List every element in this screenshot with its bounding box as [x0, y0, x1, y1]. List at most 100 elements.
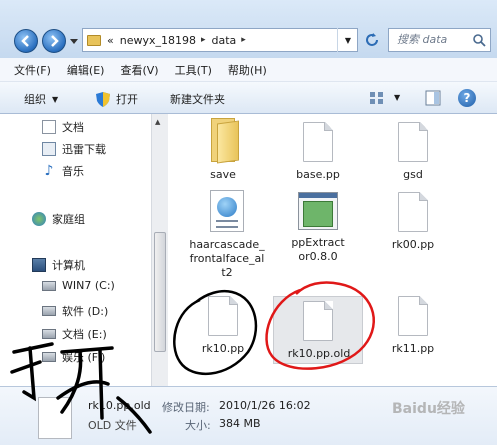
file-list: save base.pp gsd haarcascade_frontalface… — [168, 114, 497, 386]
document-icon — [398, 192, 428, 232]
file-item-haarcascade[interactable]: haarcascade_frontalface_alt2 — [188, 190, 266, 280]
address-box[interactable]: « newyx_18198 ▸ data ▸ — [82, 28, 358, 52]
command-bar: 组织 ▼ 打开 新建文件夹 ▼ ? — [0, 82, 497, 114]
chevron-down-icon: ▼ — [344, 35, 352, 45]
address-dropdown-button[interactable]: ▼ — [337, 28, 358, 52]
details-file-type: OLD 文件 — [88, 419, 137, 432]
navigation-pane: 文档 迅雷下载 ♪ 音乐 家庭组 计算机 WIN7 (C:) 软件 (D:) 文… — [0, 114, 152, 386]
folder-icon — [205, 118, 241, 164]
nav-scrollbar[interactable]: ▲ — [151, 114, 168, 386]
open-button[interactable]: 打开 — [96, 91, 138, 107]
back-button[interactable] — [14, 29, 38, 53]
breadcrumb-newyx[interactable]: newyx_18198 — [120, 34, 196, 47]
nav-item-drive-e[interactable]: 文档 (E:) — [42, 326, 107, 342]
documents-icon — [42, 120, 56, 134]
history-dropdown-icon[interactable] — [70, 37, 78, 45]
forward-button[interactable] — [42, 29, 66, 53]
new-folder-button[interactable]: 新建文件夹 — [170, 91, 225, 107]
document-icon — [303, 301, 333, 341]
nav-item-documents[interactable]: 文档 — [42, 119, 84, 135]
file-name: haarcascade_frontalface_alt2 — [189, 238, 265, 279]
chevron-right-icon[interactable]: ▸ — [241, 35, 246, 45]
forward-arrow-icon — [51, 35, 59, 47]
view-options-icon[interactable] — [368, 89, 386, 107]
homegroup-icon — [32, 212, 46, 226]
menu-edit[interactable]: 编辑(E) — [67, 62, 105, 78]
details-size-label: 大小: — [185, 419, 211, 432]
organize-button[interactable]: 组织 ▼ — [24, 91, 58, 107]
document-icon — [398, 296, 428, 336]
file-item-gsd[interactable]: gsd — [368, 122, 458, 182]
nav-label: 迅雷下载 — [62, 143, 106, 156]
organize-label: 组织 — [24, 93, 46, 106]
file-name: rk11.pp — [391, 342, 435, 355]
nav-item-downloads[interactable]: 迅雷下载 — [42, 141, 106, 157]
document-icon — [303, 122, 333, 162]
file-name: save — [210, 168, 236, 181]
shield-icon — [96, 91, 110, 107]
computer-icon — [32, 258, 46, 272]
file-name: rk00.pp — [391, 238, 435, 251]
nav-label: 软件 (D:) — [62, 305, 109, 318]
nav-label: 计算机 — [52, 259, 85, 272]
new-folder-label: 新建文件夹 — [170, 93, 225, 106]
nav-label: 娱乐 (F:) — [62, 351, 106, 364]
file-name: rk10.pp.old — [287, 347, 351, 360]
nav-item-music[interactable]: ♪ 音乐 — [42, 163, 84, 179]
details-modified-value: 2010/1/26 16:02 — [219, 399, 311, 412]
nav-label: WIN7 (C:) — [62, 279, 115, 292]
search-icon — [473, 34, 486, 47]
preview-pane-icon[interactable] — [425, 89, 441, 107]
nav-item-drive-c[interactable]: WIN7 (C:) — [42, 279, 115, 292]
folder-icon — [87, 34, 101, 46]
chevron-right-icon[interactable]: ▸ — [201, 35, 206, 45]
document-icon — [208, 296, 238, 336]
nav-label: 家庭组 — [52, 213, 85, 226]
menu-view[interactable]: 查看(V) — [120, 62, 158, 78]
nav-label: 音乐 — [62, 165, 84, 178]
chevron-down-icon: ▼ — [52, 94, 59, 104]
menu-tools[interactable]: 工具(T) — [175, 62, 212, 78]
scroll-up-icon[interactable]: ▲ — [155, 118, 160, 126]
nav-label: 文档 (E:) — [62, 328, 107, 341]
nav-item-drive-d[interactable]: 软件 (D:) — [42, 303, 108, 319]
scrollbar-thumb[interactable] — [154, 232, 166, 352]
downloads-icon — [42, 142, 56, 156]
address-bar-area: « newyx_18198 ▸ data ▸ ▼ 搜索 data — [0, 0, 497, 58]
help-button[interactable]: ? — [458, 89, 476, 107]
menu-file[interactable]: 文件(F) — [14, 62, 51, 78]
back-arrow-icon — [21, 35, 29, 47]
file-item-ppextractor[interactable]: ppExtractor0.8.0 — [273, 192, 363, 264]
refresh-icon — [366, 33, 378, 46]
nav-item-drive-f[interactable]: 娱乐 (F:) — [42, 349, 105, 365]
nav-item-computer[interactable]: 计算机 — [32, 257, 85, 273]
refresh-button[interactable] — [362, 30, 382, 50]
file-name: ppExtractor0.8.0 — [291, 236, 345, 263]
search-input[interactable]: 搜索 data — [388, 28, 491, 52]
menu-bar: 文件(F) 编辑(E) 查看(V) 工具(T) 帮助(H) — [0, 58, 497, 82]
file-item-rk00[interactable]: rk00.pp — [368, 192, 458, 252]
file-item-rk10-old-selected[interactable]: rk10.pp.old — [273, 296, 363, 364]
file-item-rk11[interactable]: rk11.pp — [368, 296, 458, 356]
drive-icon — [42, 280, 56, 291]
file-name: base.pp — [296, 168, 340, 181]
details-modified-label: 修改日期: — [162, 401, 210, 414]
file-item-base-pp[interactable]: base.pp — [273, 122, 363, 182]
nav-label: 文档 — [62, 121, 84, 134]
file-name: rk10.pp — [201, 342, 245, 355]
view-dropdown-icon[interactable]: ▼ — [394, 89, 404, 107]
file-item-rk10[interactable]: rk10.pp — [178, 296, 268, 356]
xml-document-icon — [210, 190, 244, 232]
drive-icon — [42, 329, 56, 339]
nav-item-homegroup[interactable]: 家庭组 — [32, 211, 85, 227]
file-item-save[interactable]: save — [178, 118, 268, 182]
breadcrumb-data[interactable]: data — [212, 34, 237, 47]
address-overflow[interactable]: « — [107, 34, 114, 47]
drive-icon — [42, 306, 56, 316]
details-size-value: 384 MB — [219, 417, 261, 430]
file-name: gsd — [403, 168, 423, 181]
menu-help[interactable]: 帮助(H) — [228, 62, 267, 78]
open-label: 打开 — [116, 93, 138, 106]
music-icon: ♪ — [44, 163, 54, 179]
drive-icon — [42, 352, 56, 362]
